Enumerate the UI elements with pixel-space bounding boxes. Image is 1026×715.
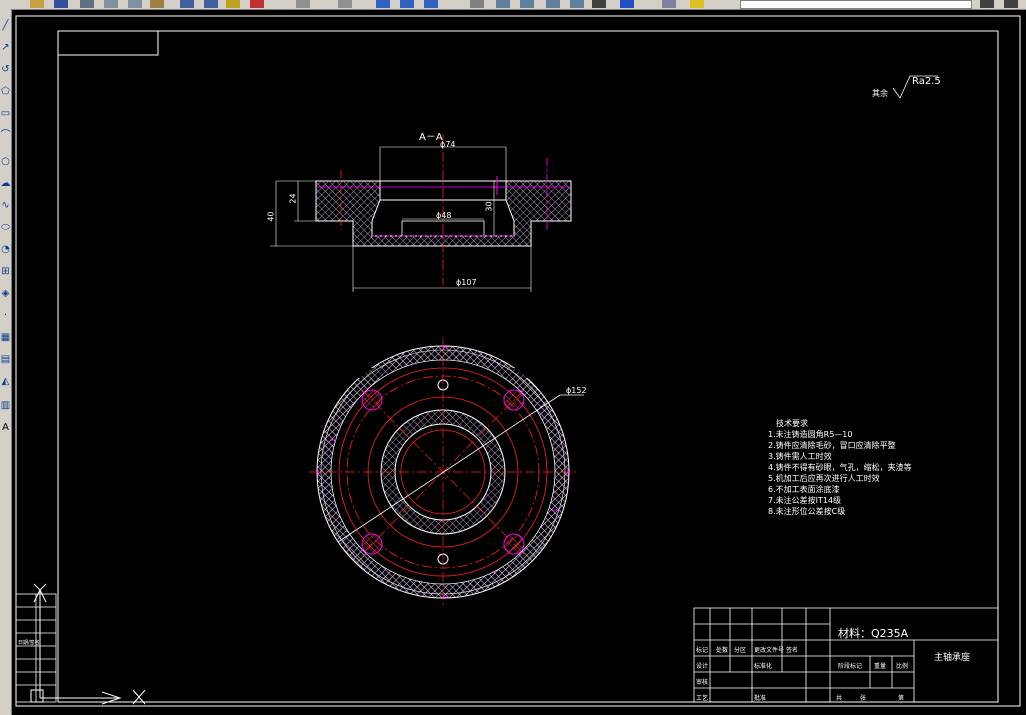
left-stamp-label: 日期/签名	[18, 640, 40, 646]
redo-icon[interactable]	[204, 0, 218, 8]
point-icon[interactable]: ·	[0, 309, 11, 323]
tb-cell-design: 设计	[696, 663, 709, 670]
tech-item-1: 1.未注铸造圆角R5—10	[768, 430, 853, 439]
tech-item-6: 6.不加工表面涂底漆	[768, 485, 840, 494]
ucs-icon	[30, 583, 146, 705]
material-label: 材料：Q235A	[838, 627, 909, 640]
dim-d48: ϕ48	[436, 211, 452, 220]
code-box	[57, 30, 159, 56]
table-draw-icon[interactable]: ▥	[0, 399, 11, 413]
rectangle-icon[interactable]: ▭	[0, 107, 11, 121]
tb-cell-approve: 批准	[754, 695, 767, 702]
tech-item-4: 4.铸件不得有砂眼，气孔，缩松，夹渣等	[768, 463, 912, 472]
gradient-icon[interactable]: ▤	[0, 353, 11, 367]
zoom-window-icon[interactable]	[338, 0, 352, 8]
zoom-previous-icon[interactable]	[376, 0, 390, 8]
part-name: 主轴承座	[934, 653, 971, 663]
polygon-icon[interactable]: ⬠	[0, 85, 11, 99]
layer-prev-icon[interactable]	[980, 0, 994, 8]
dim-40: 40	[266, 211, 276, 222]
tb-cell-stage: 阶段标记	[838, 663, 863, 670]
print-icon[interactable]	[80, 0, 94, 8]
ellipse-arc-icon[interactable]: ◔	[0, 243, 11, 257]
tb-cell-sign: 签名	[786, 647, 799, 654]
polyline-icon[interactable]: ↺	[0, 63, 11, 77]
roughness-prefix: 其余	[872, 89, 888, 98]
ellipse-icon[interactable]: ⬭	[0, 221, 11, 235]
section-view	[270, 134, 572, 292]
drawing-svg	[15, 15, 1021, 707]
tech-item-2: 2.铸件应清除毛砂，冒口应清除平整	[768, 441, 896, 450]
dim-30: 30	[484, 201, 494, 212]
circle-icon[interactable]: ○	[0, 155, 11, 169]
cut-icon[interactable]	[104, 0, 118, 8]
open-icon[interactable]	[30, 0, 44, 8]
tb-cell-count: 处数	[716, 647, 729, 654]
tb-cell-change: 更改文件号	[754, 647, 785, 654]
tb-cell-weight: 重量	[874, 663, 887, 670]
tech-item-7: 7.未注公差按IT14级	[768, 496, 842, 505]
zoom-out-icon[interactable]	[424, 0, 438, 8]
table-icon[interactable]	[592, 0, 606, 8]
plan-view	[309, 338, 584, 606]
undo-icon[interactable]	[180, 0, 194, 8]
paste-icon[interactable]	[150, 0, 164, 8]
layer-state-icon[interactable]	[690, 0, 704, 8]
tech-item-8: 8.未注形位公差按C级	[768, 507, 846, 516]
line-icon[interactable]: ╱	[0, 19, 11, 33]
drawing-frame	[57, 30, 999, 703]
properties-icon[interactable]	[496, 0, 510, 8]
save-icon[interactable]	[54, 0, 68, 8]
zoom-realtime-icon[interactable]	[296, 0, 310, 8]
roughness-value: Ra2.5	[912, 76, 941, 87]
tech-item-3: 3.铸件需人工时效	[768, 452, 832, 461]
spline-icon[interactable]: ∿	[0, 199, 11, 213]
tb-cell-review: 审核	[696, 679, 709, 686]
dim-d107: ϕ107	[456, 278, 477, 287]
make-block-icon[interactable]: ◈	[0, 287, 11, 301]
pan-icon[interactable]	[250, 0, 264, 8]
copy-icon[interactable]	[128, 0, 142, 8]
arc-icon[interactable]: ⌒	[0, 129, 11, 143]
revcloud-icon[interactable]: ☁	[0, 177, 11, 191]
tb-cell-mark: 标记	[696, 647, 709, 654]
tb-cell-sheet: 张	[860, 695, 867, 702]
tb-cell-standard: 标准化	[754, 663, 773, 670]
mtext-icon[interactable]: A	[0, 421, 11, 435]
construction-line-icon[interactable]: ↗	[0, 41, 11, 55]
tb-cell-scale: 比例	[896, 663, 909, 670]
tb-cell-zone: 分区	[734, 647, 747, 654]
tech-requirements: 技术要求 1.未注铸造圆角R5—10 2.铸件应清除毛砂，冒口应清除平整 3.铸…	[768, 418, 912, 517]
hatch-icon[interactable]: ▦	[0, 331, 11, 345]
layer-dropdown-arrow-icon[interactable]	[1004, 0, 1018, 8]
dim-d74: ϕ74	[440, 140, 456, 149]
dim-d152: ϕ152	[566, 386, 587, 395]
draw-toolbar: ╱ ↗ ↺ ⬠ ▭ ⌒ ○ ☁ ∿ ⬭ ◔ ⊞ ◈ · ▦ ▤ ◭ ▥ A	[0, 9, 12, 715]
text-style-icon[interactable]	[470, 0, 484, 8]
tool-palette-icon[interactable]	[546, 0, 560, 8]
layer-icon[interactable]	[662, 0, 676, 8]
help-icon[interactable]	[620, 0, 634, 8]
drawing-canvas[interactable]: A－A ϕ74 ϕ48 ϕ107 24 40 30 ϕ152 其余 Ra2.5 …	[12, 10, 1026, 715]
dim-24: 24	[288, 193, 298, 204]
top-toolbar	[0, 0, 1026, 10]
tech-item-5: 5.机加工后应再次进行人工时效	[768, 474, 880, 483]
design-center-icon[interactable]	[520, 0, 534, 8]
matchprop-icon[interactable]	[226, 0, 240, 8]
sheet-border	[15, 15, 1021, 707]
tech-title: 技术要求	[776, 419, 808, 428]
zoom-in-icon[interactable]	[400, 0, 414, 8]
insert-block-icon[interactable]: ⊞	[0, 265, 11, 279]
tb-cell-total: 共	[836, 695, 843, 702]
sheet-set-icon[interactable]	[570, 0, 584, 8]
region-icon[interactable]: ◭	[0, 375, 11, 389]
tb-cell-process: 工艺	[696, 695, 709, 702]
tb-cell-no: 第	[898, 695, 905, 702]
layer-dropdown[interactable]	[740, 0, 972, 9]
